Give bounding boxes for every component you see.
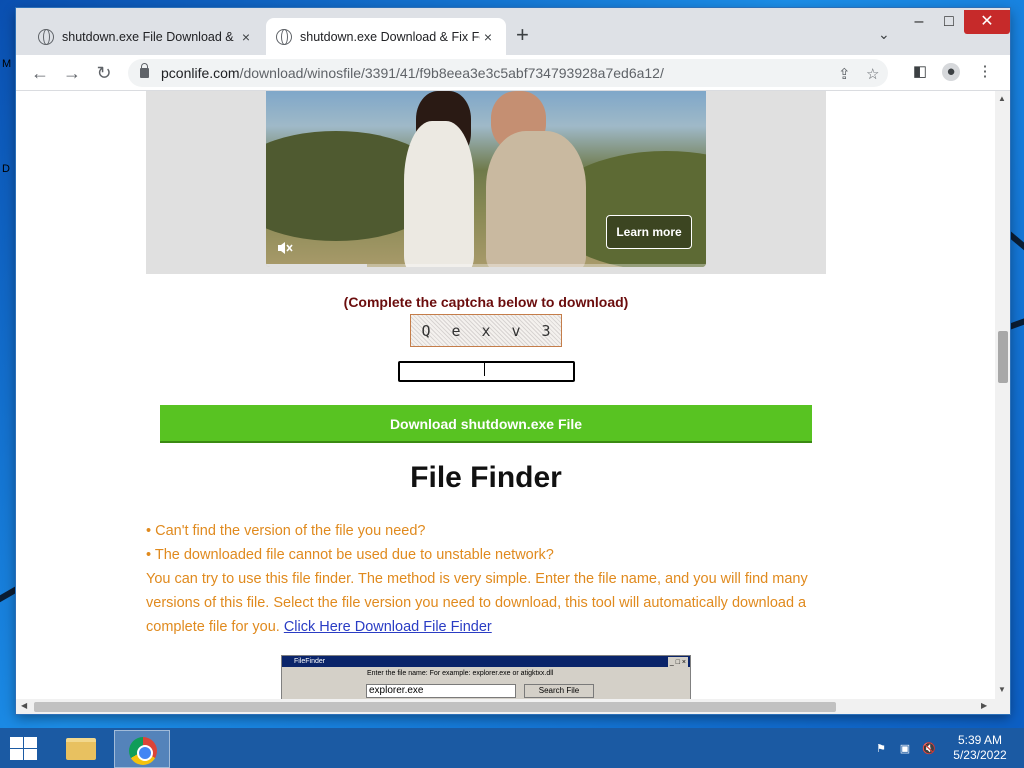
side-panel-icon[interactable]: ◧ [911, 63, 929, 81]
bookmark-star-icon[interactable]: ☆ [866, 65, 879, 83]
url-domain: pconlife.com [161, 65, 240, 81]
preview-input: explorer.exe [366, 684, 516, 698]
back-button[interactable]: ← [28, 61, 52, 85]
tab-title: shutdown.exe File Download & Fix For [62, 29, 238, 44]
clock-date: 5/23/2022 [953, 748, 1007, 762]
ad-person [404, 121, 474, 267]
preview-window-controls: _ □ × [667, 657, 688, 668]
browser-window: shutdown.exe File Download & Fix For × s… [16, 8, 1010, 714]
globe-icon [38, 28, 54, 45]
file-finder-preview-image: FileFinder _ □ × Enter the file name: For… [281, 655, 691, 701]
reload-button[interactable]: ↻ [92, 61, 116, 85]
tab-inactive[interactable]: shutdown.exe File Download & Fix For × [28, 18, 264, 55]
page-viewport: Learn more (Complete the captcha below t… [16, 91, 1010, 714]
captcha-char: e [451, 321, 461, 340]
captcha-char: v [511, 321, 521, 340]
scroll-down-icon[interactable]: ▼ [998, 685, 1006, 694]
tab-close-icon[interactable]: × [480, 29, 496, 45]
video-progress-fill [266, 264, 368, 267]
forward-button[interactable]: → [60, 61, 84, 85]
windows-start-icon[interactable] [8, 736, 38, 760]
tab-search-button[interactable]: ⌄ [878, 26, 890, 43]
download-file-finder-link[interactable]: Click Here Download File Finder [284, 619, 492, 635]
tab-strip: shutdown.exe File Download & Fix For × s… [16, 8, 1010, 55]
horizontal-scrollbar[interactable]: ◀ ▶ [16, 699, 1010, 714]
file-finder-bullet: • Can't find the version of the file you… [146, 523, 426, 539]
network-icon[interactable]: ▣ [898, 742, 912, 756]
captcha-char: 3 [541, 321, 551, 340]
address-bar[interactable]: pconlife.com/download/winosfile/3391/41/… [128, 59, 888, 87]
taskbar: ⚑ ▣ 🔇 5:39 AM 5/23/2022 [0, 728, 1024, 768]
captcha-image: Q e x v 3 [410, 314, 562, 347]
folder-icon [66, 738, 96, 760]
lock-icon[interactable] [140, 63, 149, 78]
desktop-icon-label[interactable]: D [2, 163, 10, 175]
video-ad[interactable]: Learn more [266, 91, 706, 267]
new-tab-button[interactable]: + [516, 24, 529, 46]
maximize-button[interactable]: □ [934, 10, 964, 34]
captcha-char: Q [421, 321, 431, 340]
file-finder-description: • Can't find the version of the file you… [146, 519, 826, 639]
mute-icon[interactable] [276, 239, 294, 257]
vertical-scrollbar[interactable]: ▲ ▼ [995, 91, 1010, 699]
profile-avatar-icon[interactable]: ● [942, 63, 960, 81]
learn-more-button[interactable]: Learn more [606, 215, 692, 249]
preview-title: FileFinder [294, 658, 326, 665]
file-finder-bullet: • The downloaded file cannot be used due… [146, 547, 554, 563]
chrome-icon [129, 737, 157, 765]
scroll-right-icon[interactable]: ▶ [981, 701, 987, 710]
preview-search-button: Search File [524, 684, 594, 698]
share-icon[interactable]: ⇪ [838, 65, 851, 83]
ad-container: Learn more [146, 91, 826, 274]
browser-toolbar: ← → ↻ pconlife.com/download/winosfile/33… [16, 55, 1010, 91]
volume-muted-icon[interactable]: 🔇 [922, 742, 936, 756]
preview-titlebar: FileFinder _ □ × [282, 656, 690, 668]
url-text[interactable]: pconlife.com/download/winosfile/3391/41/… [161, 65, 664, 81]
action-center-flag-icon[interactable]: ⚑ [874, 742, 888, 756]
captcha-char: x [481, 321, 491, 340]
captcha-input[interactable] [398, 361, 575, 382]
desktop-icon-label[interactable]: M [2, 58, 11, 70]
system-clock[interactable]: 5:39 AM 5/23/2022 [948, 733, 1012, 763]
globe-icon [276, 28, 292, 45]
horizontal-scroll-thumb[interactable] [34, 702, 836, 712]
tab-close-icon[interactable]: × [238, 29, 254, 45]
scroll-up-icon[interactable]: ▲ [998, 94, 1006, 103]
file-explorer-taskbar-button[interactable] [52, 730, 108, 768]
url-path: /download/winosfile/3391/41/f9b8eea3e3c5… [239, 65, 664, 81]
preview-label: Enter the file name: For example: explor… [367, 670, 554, 677]
vertical-scroll-thumb[interactable] [998, 331, 1008, 383]
file-finder-title: File Finder [410, 461, 562, 494]
minimize-button[interactable]: – [904, 10, 934, 34]
captcha-prompt: (Complete the captcha below to download) [343, 294, 629, 310]
menu-icon[interactable]: ⋮ [976, 63, 994, 81]
ad-person [486, 131, 586, 267]
close-window-button[interactable]: ✕ [964, 10, 1010, 34]
chrome-taskbar-button[interactable] [114, 730, 170, 768]
video-progress-bar[interactable] [266, 264, 706, 267]
scroll-left-icon[interactable]: ◀ [21, 701, 27, 710]
tab-title: shutdown.exe Download & Fix For [300, 29, 480, 44]
tab-active[interactable]: shutdown.exe Download & Fix For × [266, 18, 506, 55]
download-button[interactable]: Download shutdown.exe File [160, 405, 812, 443]
clock-time: 5:39 AM [957, 733, 1003, 747]
